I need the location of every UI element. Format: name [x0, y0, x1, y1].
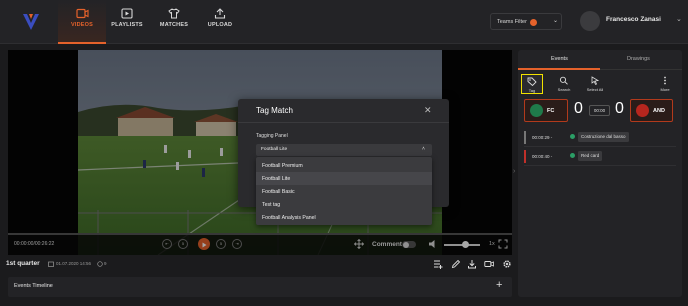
user-name: Francesco Zanasi [606, 16, 661, 23]
away-team-name: AND [653, 108, 665, 114]
add-to-playlist-icon[interactable] [433, 259, 443, 269]
event-item[interactable]: 00:00:40 - Red card [524, 149, 676, 166]
upload-icon [214, 8, 226, 19]
away-team-button[interactable]: AND [630, 99, 673, 122]
more-button[interactable]: More [654, 74, 676, 94]
event-tag: Costruzione dal basso [578, 132, 629, 142]
video-clip-icon[interactable] [484, 259, 494, 269]
events-timeline: Events Timeline + [8, 277, 512, 297]
home-team-name: FC [547, 108, 555, 114]
event-team-dot-icon [570, 153, 575, 158]
nav-item-label: MATCHES [159, 22, 189, 28]
dropdown-option[interactable]: Football Lite [256, 172, 432, 185]
home-score: 0 [574, 100, 583, 117]
video-info-bar: 1st quarter 01.07.2020 14:56 9 [0, 256, 514, 272]
event-color-bar [524, 131, 526, 144]
dialog-divider [238, 122, 449, 123]
nav-item-upload[interactable]: UPLOAD [200, 8, 240, 42]
chevron-up-icon: ˄ [422, 146, 425, 152]
event-time: 00:00:40 - [532, 153, 553, 159]
tab-events[interactable]: Events [551, 56, 568, 62]
nav-item-playlists[interactable]: PLAYLISTS [107, 8, 147, 42]
search-button[interactable]: Search [553, 74, 575, 94]
home-team-logo [530, 104, 543, 117]
close-icon[interactable]: ✕ [424, 105, 432, 116]
jersey-icon [168, 8, 180, 19]
active-tab-indicator [518, 68, 600, 70]
user-menu-chevron-icon[interactable]: ⌄ [676, 15, 682, 23]
event-tag: Red card [578, 151, 603, 161]
teams-filter-label: Teams Filter [497, 18, 527, 25]
selected-value: Football Lite [261, 147, 288, 152]
dropdown-option[interactable]: Football Basic [256, 185, 432, 198]
tab-drawings[interactable]: Drawings [627, 56, 650, 62]
event-divider [524, 165, 676, 166]
teams-filter-badge-icon [530, 19, 537, 26]
tagging-panel-dropdown: Football Premium Football Lite Football … [256, 157, 432, 225]
panel-collapse-chevron-icon[interactable]: › [513, 168, 515, 175]
pencil-icon[interactable] [451, 259, 461, 269]
home-team-button[interactable]: FC [524, 99, 568, 122]
video-icon [75, 8, 89, 19]
tag-button[interactable]: Tag [521, 74, 543, 94]
event-count: 9 [104, 261, 107, 266]
nav-active-indicator [58, 42, 106, 44]
search-icon [559, 76, 568, 85]
teams-filter-select[interactable]: Teams Filter ⌄ [490, 13, 562, 30]
tagging-panel-label: Tagging Panel [256, 133, 288, 139]
event-count-icon [97, 261, 103, 267]
nav-item-label: PLAYLISTS [111, 22, 143, 28]
gear-icon[interactable] [502, 259, 512, 269]
top-nav-bar: VIDEOS PLAYLISTS MATCHES UPLOAD Teams Fi… [0, 0, 688, 44]
download-icon[interactable] [467, 259, 477, 269]
tag-icon [527, 77, 537, 86]
avatar[interactable] [580, 11, 600, 31]
more-button-label: More [660, 87, 670, 92]
calendar-icon [48, 261, 54, 267]
period-label: 1st quarter [6, 260, 40, 267]
nav-item-videos[interactable]: VIDEOS [58, 8, 106, 42]
dropdown-option[interactable]: Football Analysis Panel [256, 211, 432, 224]
tag-button-label: Tag [528, 88, 536, 93]
select-all-button[interactable]: Select All [582, 74, 608, 94]
select-all-button-label: Select All [586, 87, 604, 92]
event-color-bar [524, 150, 526, 163]
dialog-title: Tag Match [256, 106, 293, 115]
events-timeline-label: Events Timeline [14, 283, 53, 289]
tagging-panel-select[interactable]: Football Lite ˄ [256, 144, 432, 156]
app-logo-icon[interactable] [22, 12, 40, 32]
event-time: 00:00:29 - [532, 134, 553, 140]
away-team-logo [636, 104, 649, 117]
video-date: 01.07.2020 14:56 [56, 261, 92, 266]
event-item[interactable]: 00:00:29 - Costruzione dal basso [524, 130, 676, 147]
nav-item-matches[interactable]: MATCHES [154, 8, 194, 42]
dropdown-option[interactable]: Football Premium [256, 159, 432, 172]
event-team-dot-icon [570, 134, 575, 139]
nav-item-label: VIDEOS [71, 22, 93, 28]
more-vertical-icon [664, 76, 666, 85]
event-divider [524, 146, 676, 147]
events-side-panel: Events Drawings Tag Search Select All Mo… [518, 50, 682, 297]
away-score: 0 [615, 100, 624, 117]
search-button-label: Search [557, 87, 571, 92]
match-clock: 00:00 [589, 105, 610, 116]
add-timeline-button[interactable]: + [496, 279, 502, 291]
playlist-icon [121, 8, 133, 19]
dropdown-option[interactable]: Test tag [256, 198, 432, 211]
nav-item-label: UPLOAD [207, 22, 233, 28]
cursor-icon [591, 76, 600, 85]
chevron-down-icon: ⌄ [553, 18, 559, 24]
